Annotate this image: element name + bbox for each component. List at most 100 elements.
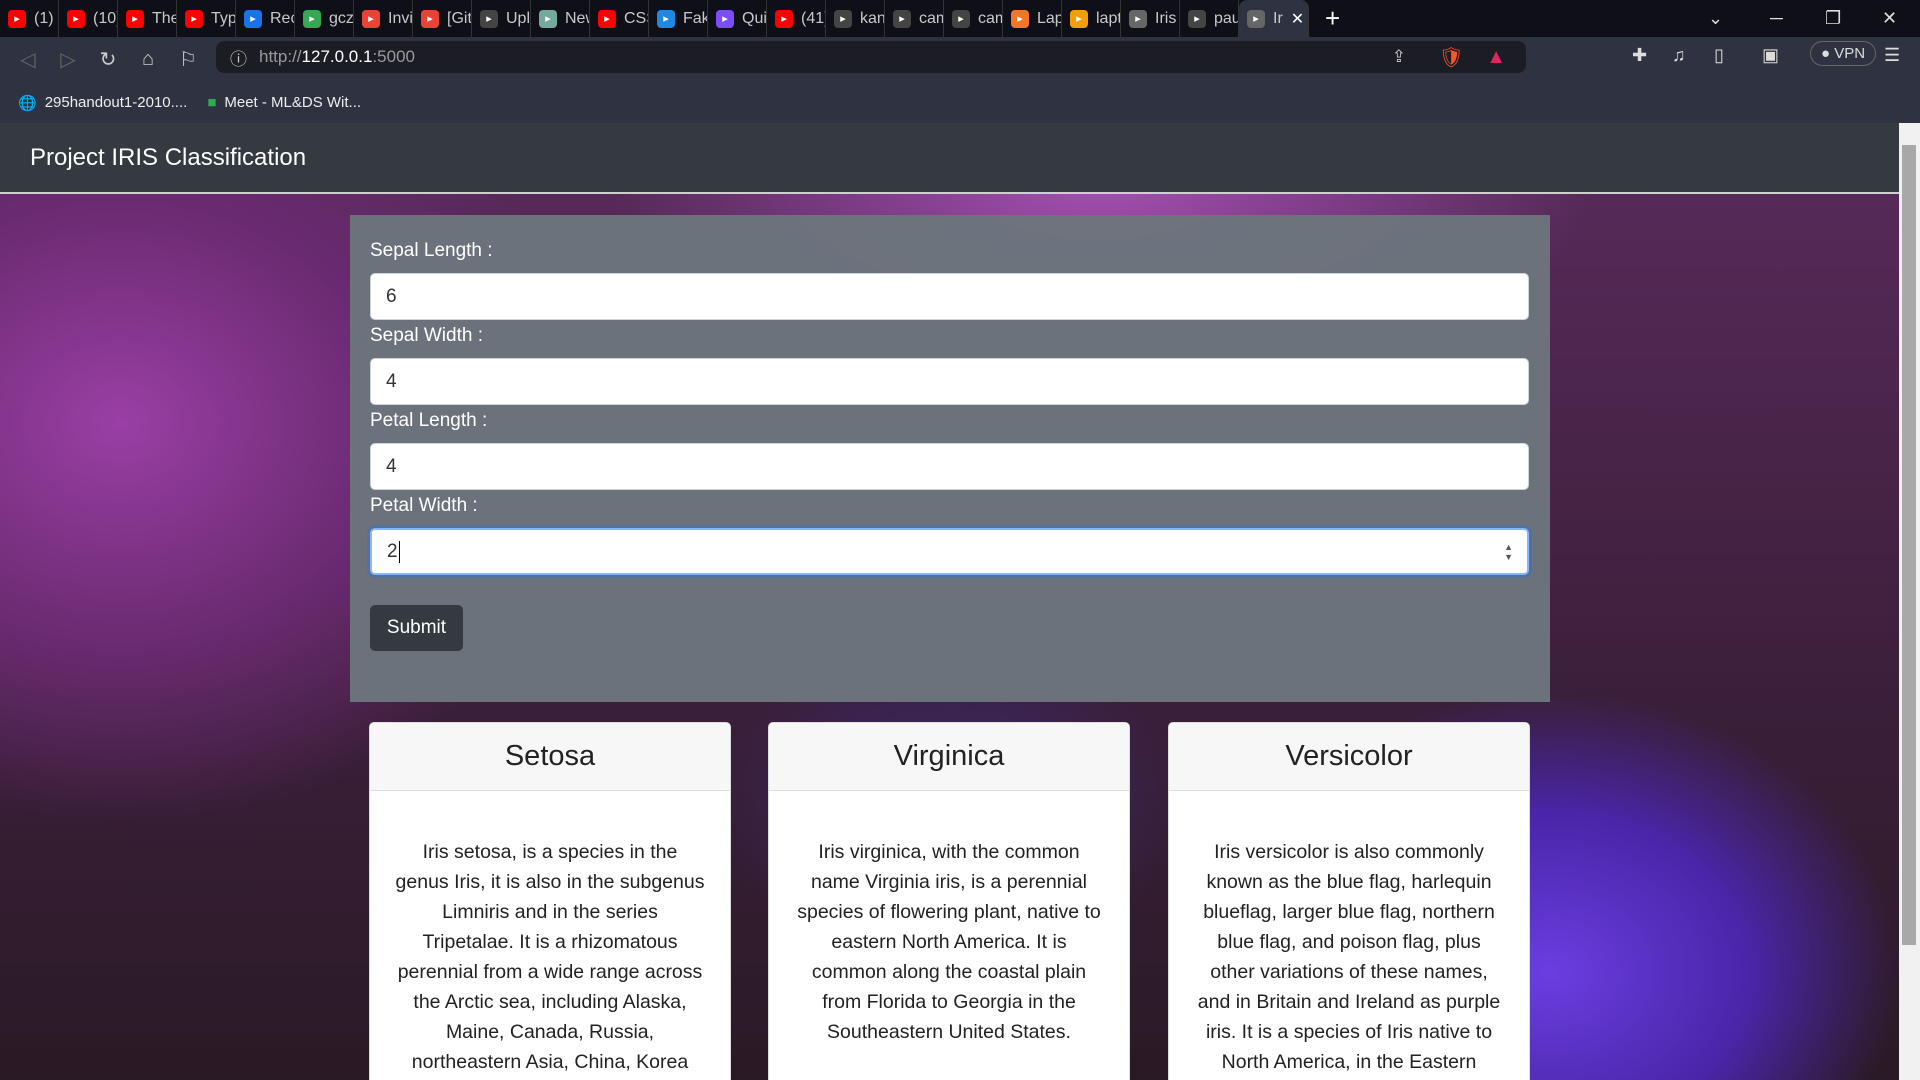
card-text: Iris setosa, is a species in the genus I… [395, 841, 705, 1073]
tab-label: Fake [683, 9, 707, 27]
card-title: Setosa [370, 723, 730, 791]
brave-shields-icon[interactable]: 🛡 [1439, 45, 1464, 70]
browser-tab[interactable]: ▸ Uplo [472, 0, 531, 37]
scrollbar-thumb[interactable] [1902, 145, 1916, 945]
tab-label: kanu [860, 9, 885, 27]
versicolor-card: Versicolor Iris versicolor is also common… [1168, 722, 1530, 1080]
virginica-card: Virginica Iris virginica, with the common… [768, 722, 1130, 1080]
wallet-icon[interactable]: ▣ [1762, 45, 1779, 66]
tab-label: Type [211, 9, 236, 27]
new-tab-icon[interactable]: + [1325, 3, 1340, 34]
tab-label: [GitH [447, 9, 472, 27]
url-port: :5000 [372, 47, 415, 66]
browser-tab[interactable]: ▸ lapto [1062, 0, 1121, 37]
tab-label: camp [919, 9, 943, 27]
bookmark-icon[interactable]: ⚐ [168, 47, 208, 72]
address-bar[interactable]: ⓘ http://127.0.0.1:5000 ⇪ 🛡 ▲ [216, 41, 1526, 73]
reload-icon[interactable]: ↻ [88, 47, 128, 72]
browser-tab[interactable]: ▸ CSS [590, 0, 649, 37]
sepal-length-input[interactable]: 6 [370, 273, 1529, 320]
tab-label: Theo [152, 9, 176, 27]
prediction-form: Sepal Length : 6 Sepal Width : 4 Petal L… [350, 215, 1550, 702]
url-text: http://127.0.0.1:5000 [259, 47, 415, 67]
bookmark-meet[interactable]: ■ Meet - ML&DS Wit... [207, 94, 361, 111]
browser-tab[interactable]: ▸ Iris P [1121, 0, 1180, 37]
jupyter-icon: ▸ [1011, 9, 1029, 28]
tab-label: camp [978, 9, 1002, 27]
extensions-icon[interactable]: ✚ [1632, 45, 1647, 66]
browser-tab[interactable]: ▸ Type [177, 0, 236, 37]
tab-label: (41) [801, 9, 825, 27]
browser-tab[interactable]: ▸ Quic [708, 0, 767, 37]
browser-tab[interactable]: ▸ (10) / [59, 0, 118, 37]
vpn-button[interactable]: ● VPN [1810, 41, 1877, 66]
share-icon[interactable]: ⇪ [1392, 47, 1406, 67]
close-tab-icon[interactable]: ✕ [1291, 9, 1304, 29]
navbar-title[interactable]: Project IRIS Classification [30, 144, 306, 172]
sidebar-icon[interactable]: ▯ [1714, 45, 1724, 66]
tab-label: paul [1214, 9, 1238, 27]
input-value: 2 [387, 540, 398, 562]
card-title: Virginica [769, 723, 1129, 791]
book-icon: ▸ [1070, 9, 1088, 28]
browser-tab[interactable]: ▸ camp [944, 0, 1003, 37]
youtube-icon: ▸ [8, 9, 26, 28]
minimize-icon[interactable]: ─ [1770, 0, 1783, 37]
tab-label: Ir [1273, 9, 1283, 27]
setosa-card: Setosa Iris setosa, is a species in the g… [369, 722, 731, 1080]
submit-button[interactable]: Submit [370, 605, 463, 651]
globe-icon: 🌐 [18, 94, 37, 112]
sepal-width-input[interactable]: 4 [370, 358, 1529, 405]
globe-icon: ▸ [1247, 9, 1265, 28]
tab-label: Quic [742, 9, 767, 27]
p-icon: ▸ [716, 9, 734, 28]
browser-tab[interactable]: ▸ paul [1180, 0, 1239, 37]
browser-tab[interactable]: ▸ (1) B [0, 0, 59, 37]
browser-tab[interactable]: ▸ Ir ✕ [1239, 0, 1309, 37]
vpn-label: VPN [1834, 45, 1866, 62]
brave-rewards-icon[interactable]: ▲ [1486, 46, 1506, 69]
youtube-icon: ▸ [185, 9, 203, 28]
browser-tab[interactable]: ▸ Theo [118, 0, 177, 37]
input-value: 6 [386, 285, 397, 307]
bookmark-handout[interactable]: 🌐 295handout1-2010.... [18, 94, 187, 112]
back-icon[interactable]: ◁ [8, 47, 48, 72]
browser-tab[interactable]: ▸ Reco [236, 0, 295, 37]
github-icon: ▸ [893, 9, 911, 28]
site-info-icon[interactable]: ⓘ [230, 45, 247, 70]
tab-label: CSS [624, 9, 648, 27]
forward-icon[interactable]: ▷ [48, 47, 88, 72]
page-scrollbar[interactable] [1899, 123, 1920, 1080]
tab-search-icon[interactable]: ⌄ [1708, 0, 1723, 37]
browser-tab[interactable]: ▸ Fake [649, 0, 708, 37]
petal-length-input[interactable]: 4 [370, 443, 1529, 490]
github-icon: ▸ [480, 9, 498, 28]
browser-tab[interactable]: ▸ [GitH [413, 0, 472, 37]
youtube-icon: ▸ [126, 9, 144, 28]
browser-tab[interactable]: ▸ Invita [354, 0, 413, 37]
menu-icon[interactable]: ☰ [1884, 45, 1900, 66]
browser-tab[interactable]: ▸ (41) [767, 0, 826, 37]
media-icon[interactable]: ♫ [1672, 45, 1686, 66]
tab-label: New [565, 9, 589, 27]
browser-tab[interactable]: ▸ kanu [826, 0, 885, 37]
browser-toolbar: ◁ ▷ ↻ ⌂ ⚐ ⓘ http://127.0.0.1:5000 ⇪ 🛡 ▲ … [0, 37, 1920, 82]
petal-length-label: Petal Length : [370, 410, 488, 431]
number-spinner[interactable]: ▲ ▼ [1504, 542, 1513, 562]
close-window-icon[interactable]: ✕ [1882, 0, 1897, 37]
url-host: 127.0.0.1 [301, 47, 373, 66]
sepal-length-label: Sepal Length : [370, 240, 493, 261]
tab-label: Reco [270, 9, 294, 27]
input-value: 4 [386, 370, 397, 392]
sepal-width-label: Sepal Width : [370, 325, 483, 346]
browser-tab[interactable]: ▸ Lapt [1003, 0, 1062, 37]
home-icon[interactable]: ⌂ [128, 48, 168, 71]
restore-icon[interactable]: ❐ [1825, 0, 1841, 37]
youtube-icon: ▸ [775, 9, 793, 28]
petal-width-input[interactable]: 2 ▲ ▼ [370, 528, 1529, 575]
card-text: Iris virginica, with the common name Vir… [797, 841, 1101, 1043]
browser-tab[interactable]: ▸ New [531, 0, 590, 37]
browser-tab[interactable]: ▸ gcz-c [295, 0, 354, 37]
url-prefix: http:// [259, 47, 302, 66]
browser-tab[interactable]: ▸ camp [885, 0, 944, 37]
